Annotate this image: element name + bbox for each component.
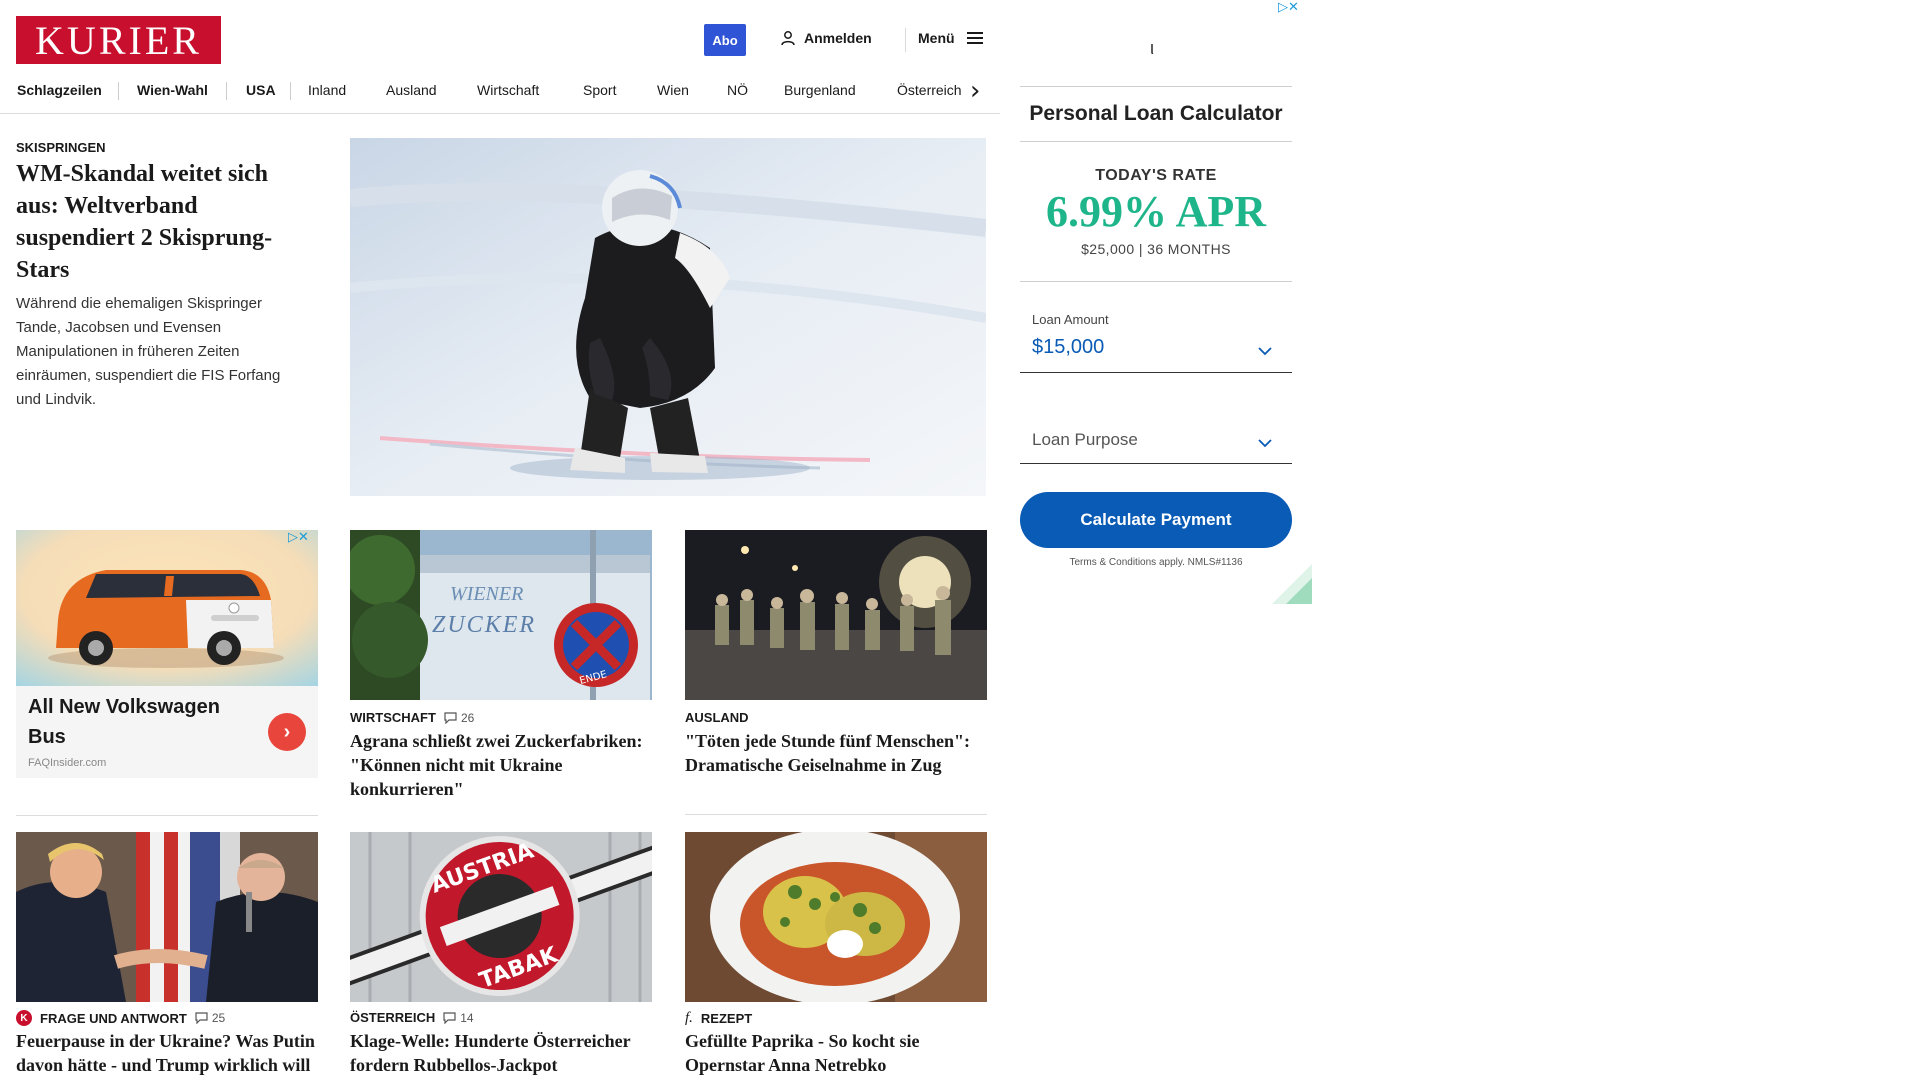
nav-divider: [226, 82, 227, 100]
comment-count-value: 26: [460, 710, 475, 725]
comment-count-value: 14: [460, 1010, 474, 1025]
nav-item-wien-wahl[interactable]: Wien-Wahl: [137, 82, 208, 98]
chevron-down-icon[interactable]: [1258, 436, 1272, 450]
cursor-icon: ι: [1150, 38, 1154, 58]
abo-button[interactable]: Abo: [704, 24, 746, 56]
calculate-payment-button[interactable]: Calculate Payment: [1020, 492, 1292, 548]
comment-count[interactable]: 26: [444, 711, 474, 725]
field-underline: [1020, 372, 1292, 373]
nav-divider: [118, 82, 119, 100]
chevron-right-icon[interactable]: ›: [268, 713, 306, 751]
rate-terms: $25,000 | 36 MONTHS: [1081, 241, 1231, 257]
nav-item-wien[interactable]: Wien: [657, 82, 689, 98]
article-meta: ÖSTERREICH 14: [350, 1010, 474, 1025]
nav-item-wirtschaft[interactable]: Wirtschaft: [477, 82, 539, 98]
nav-item-burgenland[interactable]: Burgenland: [784, 82, 856, 98]
native-ad-card[interactable]: All New Volkswagen Bus › FAQInsider.com: [16, 530, 318, 778]
native-ad-source: FAQInsider.com: [28, 757, 107, 769]
article-kicker[interactable]: ÖSTERREICH: [350, 1010, 435, 1025]
card-divider: [685, 814, 987, 815]
article-kicker[interactable]: FRAGE UND ANTWORT: [40, 1011, 187, 1026]
header-divider: [905, 28, 906, 52]
article-meta: f. REZEPT: [685, 1010, 752, 1027]
nav-item-sport[interactable]: Sport: [583, 82, 616, 98]
nav-item-ausland[interactable]: Ausland: [386, 82, 437, 98]
comment-count[interactable]: 14: [443, 1010, 474, 1025]
loan-calculator-ad: ▷✕ ι Personal Loan Calculator TODAY'S RA…: [1000, 0, 1312, 604]
lead-headline[interactable]: WM-Skandal weitet sich aus: Weltverband …: [16, 158, 316, 286]
nav-divider: [290, 82, 291, 100]
article-headline[interactable]: "Töten jede Stunde fünf Menschen": Drama…: [685, 729, 987, 777]
lead-image-ski-jumper[interactable]: [350, 138, 986, 496]
article-kicker[interactable]: REZEPT: [701, 1011, 752, 1026]
card-divider: [16, 815, 318, 816]
lead-teaser: Während die ehemaligen Skispringer Tande…: [16, 295, 281, 408]
comment-count-value: 25: [211, 1011, 226, 1025]
article-image-trump-putin[interactable]: [16, 832, 318, 1002]
article-headline[interactable]: Feuerpause in der Ukraine? Was Putin dav…: [16, 1029, 318, 1077]
article-headline[interactable]: Agrana schließt zwei Zuckerfabriken: "Kö…: [350, 729, 652, 801]
loan-purpose-placeholder[interactable]: Loan Purpose: [1032, 430, 1138, 450]
terms-text: Terms & Conditions apply. NMLS#1136: [1069, 557, 1243, 568]
comment-icon: [444, 711, 457, 724]
nav-item-inland[interactable]: Inland: [308, 82, 346, 98]
article-kicker[interactable]: AUSLAND: [685, 710, 749, 725]
article-meta: AUSLAND: [685, 710, 749, 725]
nav-item-usa[interactable]: USA: [246, 82, 276, 98]
login-label: Anmelden: [804, 30, 872, 46]
ad-divider: [1020, 281, 1292, 282]
section-nav: Schlagzeilen Wien-Wahl USA Inland Auslan…: [0, 72, 1000, 114]
login-button[interactable]: Anmelden: [780, 30, 872, 46]
ad-corner-decoration: [1272, 564, 1312, 604]
kurier-k-icon: K: [16, 1010, 32, 1026]
ad-choices-icon[interactable]: ▷✕: [288, 530, 309, 545]
chevron-down-icon[interactable]: [1258, 344, 1272, 358]
user-icon: [781, 31, 795, 46]
native-ad-title[interactable]: All New Volkswagen Bus: [28, 692, 248, 752]
logo-text: KURIER: [35, 17, 202, 63]
lead-kicker[interactable]: SKISPRINGEN: [16, 140, 106, 155]
comment-icon: [443, 1011, 456, 1024]
ad-divider: [1020, 86, 1292, 87]
rate-label: TODAY'S RATE: [1095, 167, 1217, 184]
rate-value: 6.99% APR: [1046, 187, 1266, 236]
article-meta: WIRTSCHAFT 26: [350, 710, 474, 725]
field-underline: [1020, 463, 1292, 464]
article-headline[interactable]: Klage-Welle: Hunderte Österreicher forde…: [350, 1029, 652, 1077]
native-ad-image-vw-bus: [16, 530, 318, 686]
article-image-zucker[interactable]: WIENER ZUCKER ENDE: [350, 530, 652, 700]
article-image-stuffed-peppers[interactable]: [685, 832, 987, 1002]
loan-amount-value[interactable]: $15,000: [1032, 336, 1104, 359]
article-meta: K FRAGE UND ANTWORT 25: [16, 1010, 225, 1026]
article-kicker[interactable]: WIRTSCHAFT: [350, 710, 436, 725]
loan-amount-label: Loan Amount: [1032, 312, 1109, 327]
comment-count[interactable]: 25: [195, 1011, 225, 1025]
nav-item-schlagzeilen[interactable]: Schlagzeilen: [17, 82, 102, 98]
zucker-sign-line2: ZUCKER: [432, 612, 536, 638]
nav-item-noe[interactable]: NÖ: [727, 82, 748, 98]
menu-button[interactable]: Menü: [918, 30, 983, 46]
article-headline[interactable]: Gefüllte Paprika - So kocht sie Opernsta…: [685, 1029, 987, 1077]
ad-divider: [1020, 141, 1292, 142]
zucker-sign-line1: WIENER: [450, 583, 523, 605]
kurier-logo[interactable]: KURIER: [16, 16, 221, 64]
comment-icon: [195, 1012, 208, 1024]
hamburger-icon: [966, 32, 983, 44]
nav-item-oesterreich[interactable]: Österreich: [897, 82, 962, 98]
article-image-austria-tabak[interactable]: AUSTRIA TABAK: [350, 832, 652, 1002]
loan-calculator-title: Personal Loan Calculator: [1029, 102, 1283, 125]
menu-label: Menü: [918, 30, 955, 46]
article-image-soldiers[interactable]: [685, 530, 987, 700]
nav-scroll-right-icon[interactable]: ›: [970, 78, 980, 104]
recipe-f-icon: f.: [685, 1010, 693, 1026]
ad-choices-icon[interactable]: ▷✕: [1278, 0, 1299, 15]
